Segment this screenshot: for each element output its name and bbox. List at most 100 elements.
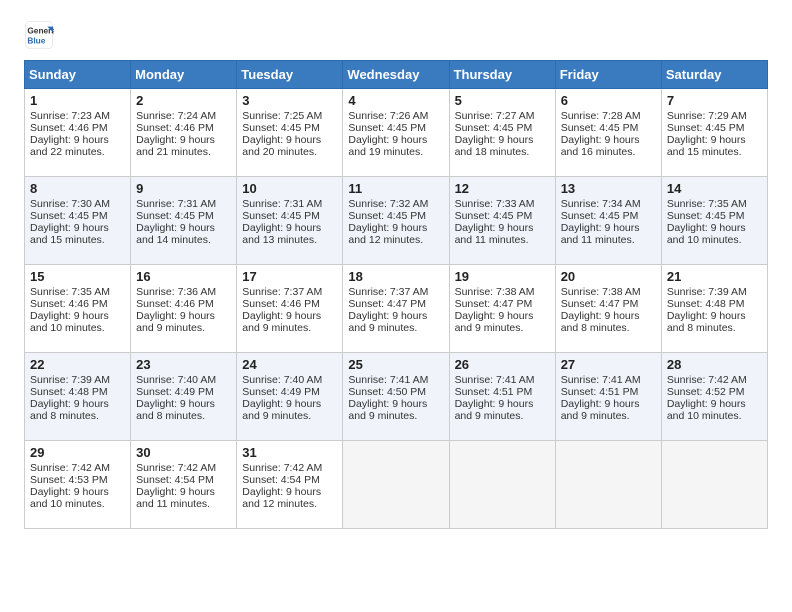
daylight-text: Daylight: 9 hours and 9 minutes. [455, 398, 534, 422]
daylight-text: Daylight: 9 hours and 16 minutes. [561, 134, 640, 158]
calendar-cell: 6Sunrise: 7:28 AMSunset: 4:45 PMDaylight… [555, 89, 661, 177]
sunrise-text: Sunrise: 7:35 AM [667, 198, 747, 210]
calendar-cell: 11 Sunrise: 7:32 AMSunset: 4:45 PMDayligh… [343, 177, 449, 265]
calendar-cell: 5Sunrise: 7:27 AMSunset: 4:45 PMDaylight… [449, 89, 555, 177]
calendar-cell: 23Sunrise: 7:40 AMSunset: 4:49 PMDayligh… [131, 353, 237, 441]
calendar-cell: 20Sunrise: 7:38 AMSunset: 4:47 PMDayligh… [555, 265, 661, 353]
sunrise-text: Sunrise: 7:33 AM [455, 198, 535, 210]
sunrise-text: Sunrise: 7:34 AM [561, 198, 641, 210]
daylight-text: Daylight: 9 hours and 21 minutes. [136, 134, 215, 158]
daylight-text: Daylight: 9 hours and 8 minutes. [136, 398, 215, 422]
sunrise-text: Sunrise: 7:29 AM [667, 110, 747, 122]
calendar-cell: 15Sunrise: 7:35 AMSunset: 4:46 PMDayligh… [25, 265, 131, 353]
sunset-text: Sunset: 4:45 PM [242, 122, 320, 134]
daylight-text: Daylight: 9 hours and 12 minutes. [242, 486, 321, 510]
sunrise-text: Sunrise: 7:38 AM [561, 286, 641, 298]
sunset-text: Sunset: 4:50 PM [348, 386, 426, 398]
sunrise-text: Sunrise: 7:35 AM [30, 286, 110, 298]
day-number: 21 [667, 269, 762, 284]
sunrise-text: Sunrise: 7:28 AM [561, 110, 641, 122]
calendar-cell: 21Sunrise: 7:39 AMSunset: 4:48 PMDayligh… [661, 265, 767, 353]
daylight-text: Daylight: 9 hours and 15 minutes. [667, 134, 746, 158]
week-row: 29Sunrise: 7:42 AMSunset: 4:53 PMDayligh… [25, 441, 768, 529]
sunrise-text: Sunrise: 7:39 AM [667, 286, 747, 298]
daylight-text: Daylight: 9 hours and 9 minutes. [348, 310, 427, 334]
sunset-text: Sunset: 4:46 PM [30, 122, 108, 134]
sunrise-text: Sunrise: 7:39 AM [30, 374, 110, 386]
sunrise-text: Sunrise: 7:31 AM [136, 198, 216, 210]
day-number: 12 [455, 181, 550, 196]
day-number: 20 [561, 269, 656, 284]
calendar-cell [555, 441, 661, 529]
day-number: 6 [561, 93, 656, 108]
sunrise-text: Sunrise: 7:26 AM [348, 110, 428, 122]
svg-text:Blue: Blue [27, 35, 45, 45]
calendar-table: SundayMondayTuesdayWednesdayThursdayFrid… [24, 60, 768, 529]
calendar-cell: 30 Sunrise: 7:42 AMSunset: 4:54 PMDayligh… [131, 441, 237, 529]
day-number: 14 [667, 181, 762, 196]
calendar-cell: 28Sunrise: 7:42 AMSunset: 4:52 PMDayligh… [661, 353, 767, 441]
day-number: 16 [136, 269, 231, 284]
sunrise-text: Sunrise: 7:32 AM [348, 198, 428, 210]
sunrise-text: Sunrise: 7:41 AM [455, 374, 535, 386]
daylight-text: Daylight: 9 hours and 9 minutes. [136, 310, 215, 334]
daylight-text: Daylight: 9 hours and 9 minutes. [561, 398, 640, 422]
calendar-cell: 2 Sunrise: 7:24 AMSunset: 4:46 PMDaylight… [131, 89, 237, 177]
week-row: 15Sunrise: 7:35 AMSunset: 4:46 PMDayligh… [25, 265, 768, 353]
calendar-cell: 26Sunrise: 7:41 AMSunset: 4:51 PMDayligh… [449, 353, 555, 441]
day-number: 26 [455, 357, 550, 372]
day-number: 8 [30, 181, 125, 196]
daylight-text: Daylight: 9 hours and 8 minutes. [30, 398, 109, 422]
calendar-cell: 10Sunrise: 7:31 AMSunset: 4:45 PMDayligh… [237, 177, 343, 265]
header-tuesday: Tuesday [237, 61, 343, 89]
day-number: 15 [30, 269, 125, 284]
daylight-text: Daylight: 9 hours and 8 minutes. [667, 310, 746, 334]
header-thursday: Thursday [449, 61, 555, 89]
sunrise-text: Sunrise: 7:23 AM [30, 110, 110, 122]
sunset-text: Sunset: 4:52 PM [667, 386, 745, 398]
calendar-cell: 16Sunrise: 7:36 AMSunset: 4:46 PMDayligh… [131, 265, 237, 353]
sunrise-text: Sunrise: 7:27 AM [455, 110, 535, 122]
calendar-cell: 27Sunrise: 7:41 AMSunset: 4:51 PMDayligh… [555, 353, 661, 441]
calendar-cell [449, 441, 555, 529]
day-number: 29 [30, 445, 125, 460]
calendar-cell: 9Sunrise: 7:31 AMSunset: 4:45 PMDaylight… [131, 177, 237, 265]
daylight-text: Daylight: 9 hours and 12 minutes. [348, 222, 427, 246]
sunset-text: Sunset: 4:45 PM [348, 122, 426, 134]
daylight-text: Daylight: 9 hours and 9 minutes. [348, 398, 427, 422]
sunset-text: Sunset: 4:46 PM [136, 122, 214, 134]
calendar-cell: 14Sunrise: 7:35 AMSunset: 4:45 PMDayligh… [661, 177, 767, 265]
calendar-cell: 13Sunrise: 7:34 AMSunset: 4:45 PMDayligh… [555, 177, 661, 265]
sunset-text: Sunset: 4:54 PM [242, 474, 320, 486]
sunset-text: Sunset: 4:45 PM [348, 210, 426, 222]
day-number: 2 [136, 93, 231, 108]
sunset-text: Sunset: 4:51 PM [561, 386, 639, 398]
sunrise-text: Sunrise: 7:42 AM [136, 462, 216, 474]
calendar-cell: 19Sunrise: 7:38 AMSunset: 4:47 PMDayligh… [449, 265, 555, 353]
sunrise-text: Sunrise: 7:30 AM [30, 198, 110, 210]
sunrise-text: Sunrise: 7:40 AM [136, 374, 216, 386]
calendar-cell: 12Sunrise: 7:33 AMSunset: 4:45 PMDayligh… [449, 177, 555, 265]
calendar-cell: 4Sunrise: 7:26 AMSunset: 4:45 PMDaylight… [343, 89, 449, 177]
daylight-text: Daylight: 9 hours and 9 minutes. [242, 398, 321, 422]
day-number: 11 [348, 181, 443, 196]
sunrise-text: Sunrise: 7:37 AM [348, 286, 428, 298]
day-number: 18 [348, 269, 443, 284]
header-saturday: Saturday [661, 61, 767, 89]
day-number: 1 [30, 93, 125, 108]
day-number: 22 [30, 357, 125, 372]
day-number: 30 [136, 445, 231, 460]
sunrise-text: Sunrise: 7:36 AM [136, 286, 216, 298]
calendar-cell: 25Sunrise: 7:41 AMSunset: 4:50 PMDayligh… [343, 353, 449, 441]
sunset-text: Sunset: 4:54 PM [136, 474, 214, 486]
week-row: 1Sunrise: 7:23 AMSunset: 4:46 PMDaylight… [25, 89, 768, 177]
sunrise-text: Sunrise: 7:24 AM [136, 110, 216, 122]
day-number: 24 [242, 357, 337, 372]
calendar-cell: 29Sunrise: 7:42 AMSunset: 4:53 PMDayligh… [25, 441, 131, 529]
sunset-text: Sunset: 4:48 PM [30, 386, 108, 398]
calendar-cell: 18Sunrise: 7:37 AMSunset: 4:47 PMDayligh… [343, 265, 449, 353]
logo: General Blue [24, 20, 54, 50]
daylight-text: Daylight: 9 hours and 11 minutes. [136, 486, 215, 510]
header-row: SundayMondayTuesdayWednesdayThursdayFrid… [25, 61, 768, 89]
daylight-text: Daylight: 9 hours and 18 minutes. [455, 134, 534, 158]
